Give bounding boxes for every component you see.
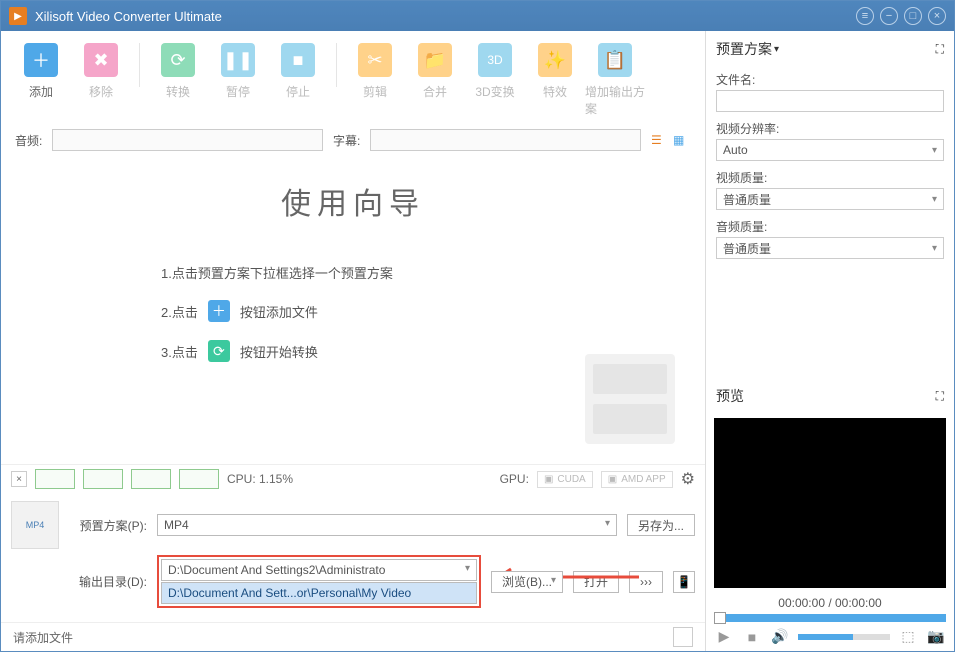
cpu-label: CPU: 1.15%	[227, 472, 293, 486]
wizard-title: 使用向导	[41, 179, 665, 223]
subtitle-combo[interactable]	[370, 129, 641, 151]
app-logo-icon: ▶	[9, 7, 27, 25]
film-placeholder-icon	[585, 354, 675, 444]
resolution-label: 视频分辨率:	[716, 122, 779, 136]
gpu-label: GPU:	[500, 472, 529, 486]
device-button[interactable]: 📱	[673, 571, 695, 593]
preset-section-title: 预置方案▾ ⛶	[706, 31, 954, 67]
effect-button[interactable]: ✨特效	[525, 43, 585, 100]
grid-view-icon[interactable]: ▦	[673, 133, 691, 147]
close-sys-button[interactable]: ×	[11, 471, 27, 487]
play-button[interactable]: ▶	[714, 628, 734, 645]
convert-button[interactable]: ⟳转换	[148, 43, 208, 100]
maximize-button[interactable]: □	[904, 7, 922, 25]
volume-icon[interactable]: 🔊	[770, 628, 790, 645]
aquality-label: 音频质量:	[716, 220, 767, 234]
audio-combo[interactable]	[52, 129, 323, 151]
expand-preset-icon[interactable]: ⛶	[936, 42, 944, 57]
close-button[interactable]: ×	[928, 7, 946, 25]
remove-button[interactable]: ✖移除	[71, 43, 131, 100]
aquality-combo[interactable]: 普通质量	[716, 237, 944, 259]
snapshot-button[interactable]: 📷	[926, 628, 946, 645]
cpu-graph-1	[35, 469, 75, 489]
status-bar: 请添加文件	[1, 622, 705, 651]
preview-slider[interactable]	[714, 614, 946, 622]
resolution-combo[interactable]: Auto	[716, 139, 944, 161]
status-icon[interactable]	[673, 627, 693, 647]
profile-combo[interactable]: MP4	[157, 514, 617, 536]
wizard-step-2: 2.点击 ＋ 按钮添加文件	[161, 300, 665, 322]
subtitle-label: 字幕:	[333, 132, 360, 149]
av-row: 音频: 字幕: ☰ ▦	[1, 121, 705, 159]
app-title: Xilisoft Video Converter Ultimate	[35, 9, 222, 24]
save-as-button[interactable]: 另存为...	[627, 514, 695, 536]
status-text: 请添加文件	[13, 629, 73, 646]
vquality-label: 视频质量:	[716, 171, 767, 185]
filename-label: 文件名:	[716, 73, 755, 87]
preview-section-title: 预览 ⛶	[706, 378, 954, 414]
snapshot-range-icon[interactable]: ⬚	[898, 628, 918, 645]
3d-button[interactable]: 3D3D变换	[465, 43, 525, 100]
pause-button[interactable]: ❚❚暂停	[208, 43, 268, 100]
plus-icon: ＋	[208, 300, 230, 322]
add-button[interactable]: ＋添加	[11, 43, 71, 100]
main-toolbar: ＋添加 ✖移除 ⟳转换 ❚❚暂停 ■停止 ✂剪辑 📁合并 3D3D变换 ✨特效 …	[1, 31, 705, 121]
cut-button[interactable]: ✂剪辑	[345, 43, 405, 100]
output-highlight: D:\Document And Settings2\Administrato D…	[157, 555, 481, 608]
menu-button[interactable]: ≡	[856, 7, 874, 25]
output-label: 输出目录(D):	[69, 573, 147, 590]
volume-slider[interactable]	[798, 634, 890, 640]
preview-time: 00:00:00 / 00:00:00	[706, 592, 954, 614]
preview-controls: ▶ ■ 🔊 ⬚ 📷	[706, 622, 954, 651]
browse-button[interactable]: 浏览(B)...	[491, 571, 563, 593]
wizard-step-1: 1.点击预置方案下拉框选择一个预置方案	[161, 263, 665, 282]
convert-icon: ⟳	[208, 340, 230, 362]
audio-label: 音频:	[15, 132, 42, 149]
bottom-panel: MP4 预置方案(P): MP4 另存为... 输出目录(D): D:\Docu…	[1, 493, 705, 622]
merge-button[interactable]: 📁合并	[405, 43, 465, 100]
stop-preview-button[interactable]: ■	[742, 629, 762, 645]
cpu-graph-3	[131, 469, 171, 489]
preview-video	[714, 418, 946, 588]
output-combo[interactable]: D:\Document And Settings2\Administrato	[161, 559, 477, 581]
minimize-button[interactable]: −	[880, 7, 898, 25]
add-profile-button[interactable]: 📋增加输出方案	[585, 43, 645, 117]
cpu-graph-2	[83, 469, 123, 489]
expand-preview-icon[interactable]: ⛶	[936, 389, 944, 404]
cuda-badge[interactable]: ▣ CUDA	[537, 471, 593, 488]
cpu-graph-4	[179, 469, 219, 489]
vquality-combo[interactable]: 普通质量	[716, 188, 944, 210]
title-bar: ▶ Xilisoft Video Converter Ultimate ≡ − …	[1, 1, 954, 31]
right-panel: 预置方案▾ ⛶ 文件名: 视频分辨率: Auto 视频质量: 普通质量 音频质量: 普…	[706, 31, 954, 651]
stop-button[interactable]: ■停止	[268, 43, 328, 100]
gear-icon[interactable]: ⚙	[681, 469, 695, 489]
output-hint[interactable]: D:\Document And Sett...or\Personal\My Vi…	[161, 582, 477, 604]
filename-input[interactable]	[716, 90, 944, 112]
list-view-icon[interactable]: ☰	[651, 133, 669, 147]
profile-label: 预置方案(P):	[69, 517, 147, 534]
format-icon[interactable]: MP4	[11, 501, 59, 549]
wizard-area: 使用向导 1.点击预置方案下拉框选择一个预置方案 2.点击 ＋ 按钮添加文件 3…	[1, 159, 705, 464]
system-row: × CPU: 1.15% GPU: ▣ CUDA ▣ AMD APP ⚙	[1, 464, 705, 493]
amd-badge[interactable]: ▣ AMD APP	[601, 471, 673, 488]
